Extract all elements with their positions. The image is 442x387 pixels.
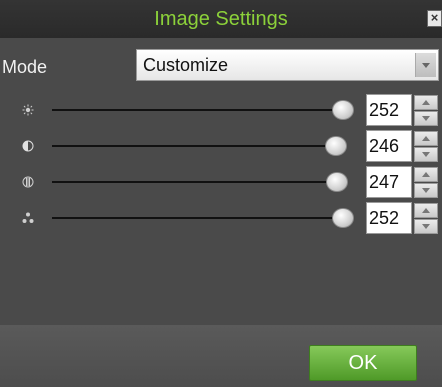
image-settings-dialog: Image Settings × Mode Customize 252 246 …	[0, 0, 442, 387]
hue-icon	[22, 212, 34, 223]
dialog-footer: OK	[0, 325, 442, 387]
mode-value: Customize	[143, 55, 229, 75]
ok-button[interactable]: OK	[309, 345, 417, 381]
title-bar: Image Settings ×	[0, 0, 442, 38]
chevron-down-icon[interactable]	[415, 53, 436, 77]
hue-slider-thumb[interactable]	[331, 208, 354, 228]
hue-increment-button[interactable]	[414, 203, 438, 218]
saturation-row: 247	[0, 164, 442, 200]
contrast-increment-button[interactable]	[414, 131, 438, 146]
contrast-row: 246	[0, 128, 442, 164]
brightness-increment-button[interactable]	[414, 95, 438, 110]
saturation-decrement-button[interactable]	[414, 183, 438, 198]
saturation-increment-button[interactable]	[414, 167, 438, 182]
brightness-decrement-button[interactable]	[414, 111, 438, 126]
contrast-icon	[22, 140, 34, 152]
hue-value-field[interactable]: 252	[366, 202, 412, 234]
dialog-title: Image Settings	[154, 8, 288, 30]
brightness-slider-thumb[interactable]	[331, 100, 354, 120]
brightness-value-field[interactable]: 252	[366, 94, 412, 126]
hue-row: 252	[0, 200, 442, 236]
brightness-row: 252	[0, 92, 442, 128]
mode-label: Mode	[2, 57, 48, 77]
contrast-decrement-button[interactable]	[414, 147, 438, 162]
contrast-slider-track[interactable]	[52, 145, 346, 147]
hue-decrement-button[interactable]	[414, 219, 438, 234]
saturation-slider-track[interactable]	[52, 181, 346, 183]
mode-select[interactable]: Customize	[136, 49, 439, 81]
saturation-icon	[22, 176, 34, 188]
contrast-slider-thumb[interactable]	[324, 136, 347, 156]
close-button[interactable]: ×	[427, 10, 442, 27]
brightness-icon	[22, 104, 34, 116]
brightness-slider-track[interactable]	[52, 109, 346, 111]
hue-slider-track[interactable]	[52, 217, 346, 219]
contrast-value-field[interactable]: 246	[366, 130, 412, 162]
saturation-slider-thumb[interactable]	[325, 172, 348, 192]
saturation-value-field[interactable]: 247	[366, 166, 412, 198]
